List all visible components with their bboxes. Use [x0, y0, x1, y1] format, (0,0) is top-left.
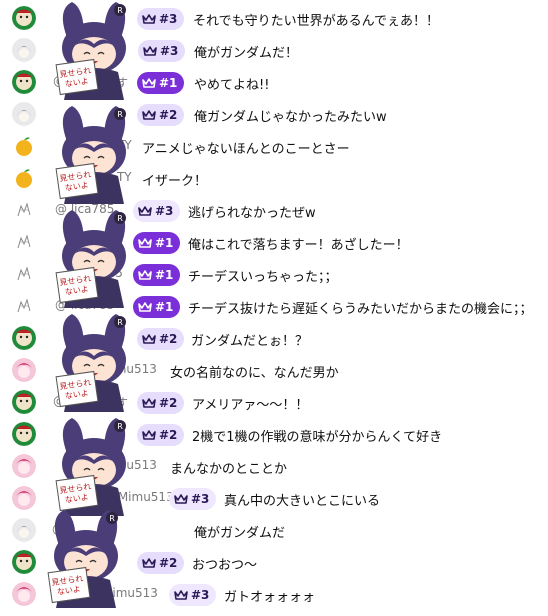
message-text: 俺がガンダムだ！ — [194, 46, 299, 61]
crown-icon — [138, 205, 155, 217]
rank-label: #3 — [191, 492, 210, 506]
rank-badge: #1 — [137, 72, 185, 94]
rank-label: #2 — [159, 428, 178, 442]
rank-label: #2 — [159, 332, 178, 346]
rank-label: #2 — [159, 396, 178, 410]
green-avatar[interactable] — [12, 70, 36, 94]
green-avatar[interactable] — [12, 6, 36, 30]
pink-avatar[interactable] — [12, 582, 36, 606]
fruit-avatar[interactable] — [12, 134, 36, 158]
green-avatar[interactable] — [12, 326, 36, 350]
pink-avatar[interactable] — [12, 454, 36, 478]
chat-list[interactable]: #3それでも守りたい世界があるんでぇあ！！n#3俺がガンダムだ！@す#1やめてよ… — [0, 0, 548, 614]
rank-badge: #3 — [137, 8, 185, 30]
rank-label: #1 — [155, 268, 174, 282]
rank-badge: #3 — [169, 584, 217, 606]
rank-label: #2 — [159, 108, 178, 122]
rank-badge: #1 — [133, 264, 181, 286]
message-text: ガトオォォォォ — [224, 590, 316, 605]
message-text: それでも守りたい世界があるんでぇあ！！ — [193, 14, 439, 29]
rank-badge: #2 — [137, 104, 185, 126]
censor-mascot-sticker: R 見せられ ないよ — [50, 312, 138, 420]
message-text: アニメじゃないほんとのこーとさー — [142, 142, 350, 157]
rank-badge: #2 — [137, 552, 185, 574]
message-text: まんなかのとことか — [170, 462, 288, 477]
rank-badge: #3 — [169, 488, 217, 510]
white-avatar[interactable] — [12, 102, 36, 126]
svg-text:R: R — [117, 214, 123, 223]
white-avatar[interactable] — [12, 38, 36, 62]
crown-icon — [142, 397, 159, 409]
svg-text:R: R — [117, 422, 123, 431]
crown-icon — [142, 109, 159, 121]
crown-icon — [138, 237, 155, 249]
message-text: チーデス抜けたら遅延くらうみたいだからまたの機会に；； — [188, 302, 533, 317]
white-avatar[interactable] — [12, 518, 36, 542]
message-text: アメリアァ〜〜！！ — [192, 398, 309, 413]
svg-text:R: R — [109, 514, 115, 523]
rank-label: #3 — [159, 12, 178, 26]
message-text: イザーク！ — [142, 174, 208, 189]
crown-icon — [142, 429, 159, 441]
censor-mascot-sticker: R 見せられ ないよ — [50, 208, 138, 316]
message-text: 真ん中の大きいとこにいる — [224, 494, 381, 509]
message-text: おつおつ〜 — [192, 558, 258, 573]
crown-icon — [142, 13, 159, 25]
pink-avatar[interactable] — [12, 486, 36, 510]
message-text: 俺ガンダムじゃなかったみたいw — [194, 110, 387, 125]
fruit-avatar[interactable] — [12, 166, 36, 190]
crown-icon — [142, 77, 159, 89]
rank-badge: #2 — [137, 392, 185, 414]
message-text: 俺がガンダムだ — [194, 526, 286, 541]
rank-label: #1 — [155, 300, 174, 314]
green-avatar[interactable] — [12, 422, 36, 446]
crown-icon — [138, 301, 155, 313]
crown-icon — [174, 493, 191, 505]
rank-label: #1 — [159, 76, 178, 90]
rank-label: #1 — [155, 236, 174, 250]
message-text: 女の名前なのに、なんだ男か — [170, 366, 339, 381]
svg-text:R: R — [117, 110, 123, 119]
sketch-avatar[interactable] — [12, 262, 36, 286]
sketch-avatar[interactable] — [12, 230, 36, 254]
rank-label: #3 — [155, 204, 174, 218]
svg-text:R: R — [117, 6, 123, 15]
rank-badge: #3 — [138, 40, 186, 62]
rank-label: #3 — [191, 588, 210, 602]
crown-icon — [143, 45, 160, 57]
censor-mascot-sticker: R 見せられ ないよ — [50, 0, 138, 108]
svg-text:R: R — [117, 318, 123, 327]
sketch-avatar[interactable] — [12, 294, 36, 318]
message-text: 逃げられなかったぜw — [188, 206, 316, 221]
censor-mascot-sticker: R 見せられ ないよ — [50, 104, 138, 212]
rank-label: #2 — [159, 556, 178, 570]
message-text: ガンダムだとぉ！？ — [191, 334, 309, 349]
message-text: 2機で1機の作戦の意味が分からんくて好き — [192, 430, 443, 445]
rank-badge: #3 — [133, 200, 181, 222]
rank-badge: #2 — [137, 328, 185, 350]
crown-icon — [138, 269, 155, 281]
crown-icon — [142, 557, 159, 569]
message-text: やめてよね!! — [194, 78, 270, 93]
crown-icon — [142, 333, 159, 345]
green-avatar[interactable] — [12, 550, 36, 574]
message-text: 俺はこれで落ちますー！あざしたー！ — [188, 238, 409, 253]
green-avatar[interactable] — [12, 390, 36, 414]
pink-avatar[interactable] — [12, 358, 36, 382]
crown-icon — [174, 589, 191, 601]
rank-badge: #2 — [137, 424, 185, 446]
censor-mascot-sticker: R 見せられ ないよ — [42, 508, 130, 616]
sketch-avatar[interactable] — [12, 198, 36, 222]
rank-badge: #1 — [133, 296, 181, 318]
rank-badge: #1 — [133, 232, 181, 254]
message-text: チーデスいっちゃった；； — [188, 270, 338, 285]
rank-label: #3 — [160, 44, 179, 58]
